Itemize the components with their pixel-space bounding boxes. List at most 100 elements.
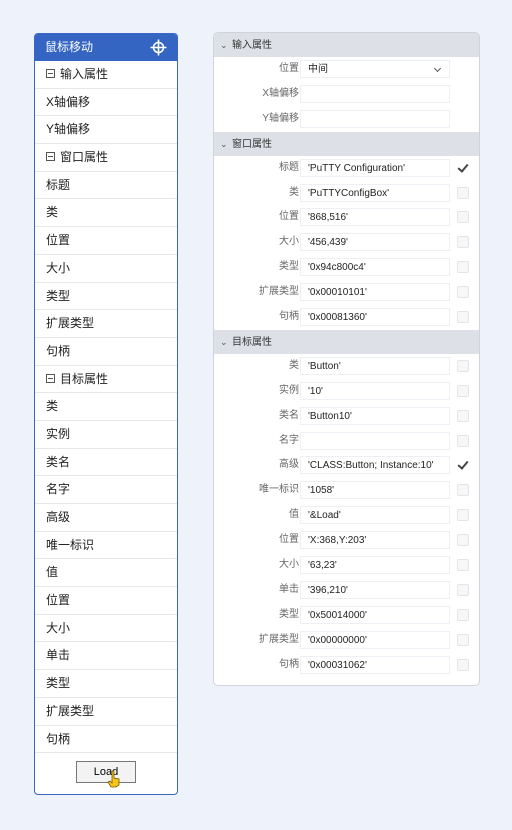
tree-group[interactable]: 输入属性 [35,61,177,89]
tree-item-label: 单击 [46,648,71,663]
property-checkbox[interactable] [457,409,469,422]
property-label: 高级 [279,459,299,471]
property-value[interactable]: 'Button10' [300,406,450,425]
property-row: 句柄 '0x00031062' [214,653,479,678]
property-checkbox[interactable] [457,434,469,447]
chevron-down-icon[interactable]: ⌄ [220,33,232,57]
property-value[interactable] [300,431,450,450]
tree-item[interactable]: 高级 [35,504,177,532]
property-row: 标题 'PuTTY Configuration' [214,156,479,181]
tree-item[interactable]: 类 [35,199,177,228]
property-label: 位置 [279,211,299,223]
tree-item-label: 句柄 [46,343,71,358]
property-value[interactable]: '0x00010101' [300,283,450,302]
property-checkbox[interactable] [457,261,469,274]
property-checkbox[interactable] [457,286,469,299]
chevron-down-icon[interactable]: ⌄ [220,330,232,354]
position-select[interactable]: 中间 [300,60,450,78]
tree-item[interactable]: 值 [35,559,177,588]
load-button[interactable]: Load [76,761,136,788]
property-label: 类 [289,186,299,198]
property-checkbox[interactable] [457,236,469,249]
property-value[interactable]: 'PuTTYConfigBox' [300,183,450,202]
property-checkbox[interactable] [457,384,469,397]
property-value[interactable]: '396,210' [300,580,450,599]
property-tree: 输入属性 X轴偏移 Y轴偏移 窗口属性 标题类位置 大小 类型 扩展类型 句柄 目标属性类实例 类名… [35,61,177,754]
property-value[interactable]: 'PuTTY Configuration' [300,158,450,177]
collapse-box-icon[interactable] [46,373,55,383]
tree-group[interactable]: 目标属性 [35,366,177,394]
tree-item-label: 扩展类型 [46,703,95,718]
property-value[interactable] [300,84,450,103]
tree-item[interactable]: 扩展类型 [35,698,177,726]
property-row: 实例 '10' [214,379,479,404]
property-checkbox[interactable] [457,583,469,596]
property-row: 大小 '456,439' [214,230,479,255]
section-header[interactable]: ⌄ 目标属性 [214,329,479,354]
section-header[interactable]: ⌄ 输入属性 [214,33,479,57]
collapse-box-icon[interactable] [46,152,55,162]
collapse-box-icon[interactable] [46,69,55,79]
property-checkbox[interactable] [457,162,469,174]
tree-item[interactable]: 类 [35,393,177,421]
property-checkbox[interactable] [457,534,469,547]
tree-item[interactable]: 大小 [35,615,177,643]
property-checkbox[interactable] [457,459,469,471]
property-row: 类型 '0x50014000' [214,603,479,628]
tree-item[interactable]: 句柄 [35,338,177,366]
tree-item[interactable]: 句柄 [35,726,177,754]
tree-item[interactable]: 名字 [35,476,177,504]
property-row: 名字 [214,429,479,454]
property-value[interactable]: '&Load' [300,506,450,525]
property-label: Y轴偏移 [262,112,299,124]
section-header[interactable]: ⌄ 窗口属性 [214,131,479,156]
tree-item[interactable]: 类型 [35,283,177,311]
property-value[interactable]: '0x00031062' [300,655,450,674]
property-checkbox[interactable] [457,658,469,671]
property-checkbox[interactable] [457,359,469,372]
tree-item[interactable]: 类名 [35,449,177,477]
property-value[interactable]: '63,23' [300,556,450,575]
tree-item[interactable]: 类型 [35,670,177,698]
property-value[interactable]: '10' [300,381,450,400]
property-value[interactable]: '868,516' [300,208,450,227]
tree-item-label: 实例 [46,426,71,441]
property-checkbox[interactable] [457,484,469,497]
tree-item[interactable]: 唯一标识 [35,532,177,560]
property-value[interactable]: '0x00081360' [300,308,450,327]
panel-title: 鼠标移动 [45,40,94,54]
tree-item[interactable]: X轴偏移 [35,89,177,117]
tree-item[interactable]: 位置 [35,227,177,255]
property-checkbox[interactable] [457,509,469,522]
property-value[interactable]: '0x94c800c4' [300,258,450,277]
property-value[interactable]: 'CLASS:Button; Instance:10' [300,456,450,475]
property-value[interactable]: '456,439' [300,233,450,252]
tree-item[interactable]: Y轴偏移 [35,116,177,145]
property-value[interactable]: '1058' [300,481,450,500]
property-row: X轴偏移 [214,82,479,107]
tree-item[interactable]: 标题 [35,172,177,200]
property-checkbox[interactable] [457,559,469,572]
crosshair-icon[interactable] [150,39,167,56]
property-row: 位置 'X:368,Y:203' [214,528,479,553]
property-grid: ⌄ 输入属性位置 中间 X轴偏移 Y轴偏移 ⌄ 窗口属性 标题 'PuTTY Configura… [213,32,480,686]
tree-item[interactable]: 实例 [35,421,177,449]
property-value[interactable] [300,109,450,128]
property-checkbox[interactable] [457,608,469,621]
tree-item[interactable]: 单击 [35,642,177,671]
property-checkbox[interactable] [457,186,469,199]
tree-item[interactable]: 大小 [35,255,177,283]
property-value[interactable]: 'Button' [300,356,450,375]
property-checkbox[interactable] [457,211,469,224]
tree-item[interactable]: 扩展类型 [35,310,177,338]
panel-header: 鼠标移动 [35,34,177,61]
property-checkbox[interactable] [457,311,469,324]
property-checkbox[interactable] [457,633,469,646]
property-value[interactable]: '0x50014000' [300,605,450,624]
tree-group[interactable]: 窗口属性 [35,144,177,172]
tree-item[interactable]: 位置 [35,587,177,615]
property-value[interactable]: 'X:368,Y:203' [300,531,450,550]
property-value[interactable]: '0x00000000' [300,630,450,649]
chevron-down-icon[interactable]: ⌄ [220,132,232,156]
property-label: 扩展类型 [259,286,299,298]
